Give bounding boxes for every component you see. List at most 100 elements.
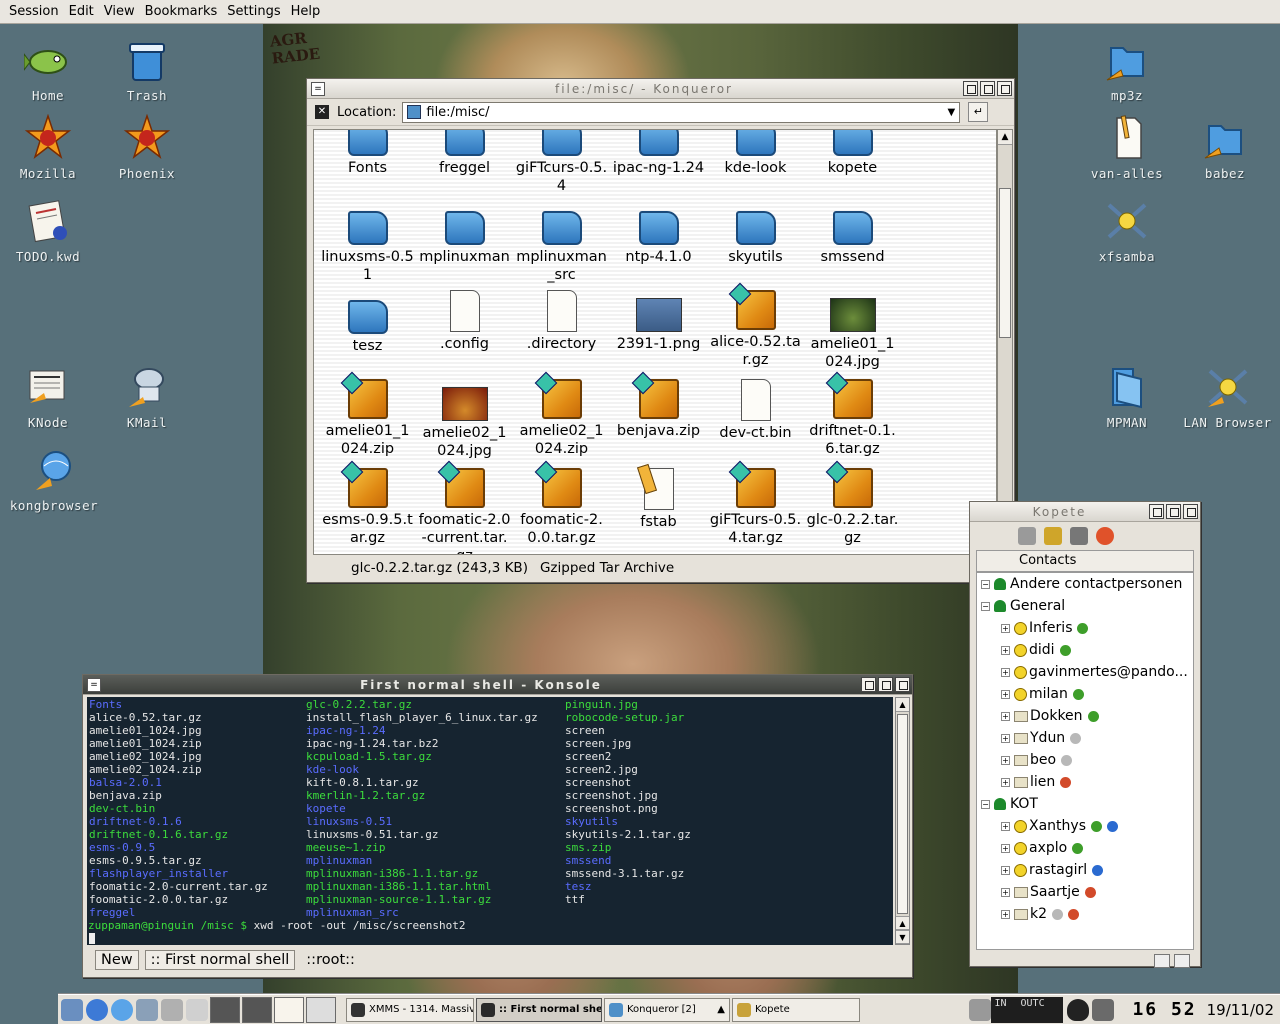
maximize-button[interactable] xyxy=(878,677,893,692)
window-menu-button[interactable]: = xyxy=(311,81,325,96)
expand-toggle-icon[interactable]: + xyxy=(1001,623,1010,633)
expand-toggle-icon[interactable]: + xyxy=(1001,667,1010,677)
konqueror-scrollbar[interactable]: ▲ ▲ ▼ xyxy=(997,129,1013,555)
contact-group[interactable]: − KOT xyxy=(977,793,1193,815)
expand-toggle-icon[interactable]: − xyxy=(981,799,990,809)
clock-time[interactable]: 16 52 xyxy=(1132,999,1196,1020)
expand-toggle-icon[interactable]: + xyxy=(1001,843,1010,853)
maximize-button[interactable] xyxy=(980,81,995,96)
contact-item[interactable]: + k2 xyxy=(977,903,1193,925)
task-kopete[interactable]: Kopete xyxy=(732,997,860,1022)
contact-item[interactable]: + Saartje xyxy=(977,881,1193,903)
contact-item[interactable]: + Dokken xyxy=(977,705,1193,727)
file-item[interactable]: .directory xyxy=(513,290,610,379)
close-button[interactable] xyxy=(997,81,1012,96)
kmail-launcher-icon[interactable] xyxy=(136,998,158,1021)
scroll-up-icon[interactable]: ▲ xyxy=(998,130,1012,145)
file-item[interactable]: skyutils xyxy=(707,201,804,290)
konsole-titlebar[interactable]: = First normal shell - Konsole xyxy=(83,675,912,695)
file-item[interactable]: mplinuxman_src xyxy=(513,201,610,290)
expand-toggle-icon[interactable]: − xyxy=(981,579,990,589)
terminal-output[interactable]: Fonts alice-0.52.tar.gz amelie01_1024.jpg a… xyxy=(87,697,893,945)
contact-item[interactable]: + Inferis xyxy=(977,617,1193,639)
contact-item[interactable]: + beo xyxy=(977,749,1193,771)
file-item[interactable]: 2391-1.png xyxy=(610,290,707,379)
expand-toggle-icon[interactable]: + xyxy=(1001,909,1010,919)
expand-toggle-icon[interactable]: + xyxy=(1001,689,1010,699)
printer-icon[interactable] xyxy=(161,998,183,1021)
location-input[interactable]: file:/misc/ ▼ xyxy=(402,101,961,123)
tray-icon[interactable] xyxy=(1154,954,1170,968)
file-item[interactable]: tesz xyxy=(319,290,416,379)
contact-group[interactable]: − General xyxy=(977,595,1193,617)
expand-toggle-icon[interactable]: + xyxy=(1001,887,1010,897)
file-item[interactable]: amelie01_1024.zip xyxy=(319,379,416,468)
browser-launcher-icon[interactable] xyxy=(111,998,133,1021)
maximize-button[interactable] xyxy=(1166,504,1181,519)
expand-toggle-icon[interactable]: + xyxy=(1001,777,1010,787)
add-contact-icon[interactable] xyxy=(1044,527,1062,545)
desktop-icon-phoenix[interactable]: Phoenix xyxy=(97,113,197,181)
contact-group[interactable]: − Andere contactpersonen xyxy=(977,573,1193,595)
kopete-tray-icon[interactable] xyxy=(1092,998,1115,1021)
pager-desktop-3[interactable] xyxy=(274,996,304,1023)
close-button[interactable] xyxy=(1183,504,1198,519)
contact-item[interactable]: + lien xyxy=(977,771,1193,793)
status-icon[interactable] xyxy=(1018,527,1036,545)
contact-item[interactable]: + gavinmertes@pando... xyxy=(977,661,1193,683)
file-item[interactable]: giFTcurs-0.5.4 xyxy=(513,130,610,201)
minimize-button[interactable] xyxy=(963,81,978,96)
contact-item[interactable]: + Ydun xyxy=(977,727,1193,749)
minimize-button[interactable] xyxy=(1149,504,1164,519)
file-item[interactable]: glc-0.2.2.tar.gz xyxy=(804,468,901,554)
desktop-icon-xfsamba[interactable]: xfsamba xyxy=(1077,197,1177,264)
pager-desktop-2[interactable] xyxy=(242,996,272,1023)
pager-desktop-4[interactable] xyxy=(306,996,336,1023)
file-item[interactable]: mplinuxman xyxy=(416,201,513,290)
file-item[interactable]: kde-look xyxy=(707,130,804,201)
file-item[interactable]: foomatic-2.0.0.tar.gz xyxy=(513,468,610,554)
clear-location-icon[interactable]: ✕ xyxy=(315,105,329,119)
desktop-icon-lan-browser[interactable]: LAN Browser xyxy=(1175,363,1280,430)
penguin-icon[interactable] xyxy=(1067,998,1090,1021)
contact-item[interactable]: + rastagirl xyxy=(977,859,1193,881)
desktop-icon-kongbrowser[interactable]: kongbrowser xyxy=(4,446,104,513)
file-item[interactable]: fstab xyxy=(610,468,707,554)
menu-help[interactable]: Help xyxy=(286,4,326,19)
file-item[interactable]: kopete xyxy=(804,130,901,201)
contacts-header[interactable]: Contacts xyxy=(976,550,1194,572)
tools-icon[interactable] xyxy=(969,998,992,1021)
file-item[interactable]: benjava.zip xyxy=(610,379,707,468)
file-icon-view[interactable]: Fonts freggel giFTcurs-0.5.4 ipac-ng-1.24 kd… xyxy=(313,129,997,555)
expand-toggle-icon[interactable]: + xyxy=(1001,733,1010,743)
menu-settings[interactable]: Settings xyxy=(222,4,285,19)
task-xmms[interactable]: XMMS - 1314. Massive A xyxy=(346,997,474,1022)
file-item[interactable]: linuxsms-0.51 xyxy=(319,201,416,290)
desktop-icon-mozilla[interactable]: Mozilla xyxy=(0,113,98,181)
tab-first-normal-shell[interactable]: :: First normal shell xyxy=(144,950,296,970)
desktop-icon-van-alles[interactable]: van-alles xyxy=(1077,114,1177,181)
expand-toggle-icon[interactable]: + xyxy=(1001,865,1010,875)
pager-desktop-1[interactable] xyxy=(210,996,240,1023)
expand-toggle-icon[interactable]: + xyxy=(1001,645,1010,655)
scrollbar-thumb[interactable] xyxy=(999,188,1011,338)
kopete-titlebar[interactable]: Kopete xyxy=(970,502,1200,522)
contact-item[interactable]: + milan xyxy=(977,683,1193,705)
menu-session[interactable]: Session xyxy=(4,4,64,19)
message-icon[interactable] xyxy=(1174,954,1190,968)
file-item[interactable]: amelie01_1024.jpg xyxy=(804,290,901,379)
task-konqueror[interactable]: Konqueror [2] ▲ xyxy=(604,997,730,1022)
file-item[interactable]: foomatic-2.0-current.tar.gz xyxy=(416,468,513,554)
desktop-icon-babez[interactable]: babez xyxy=(1175,114,1275,181)
tab-root[interactable]: ::root:: xyxy=(301,951,360,969)
scroll-down-icon[interactable]: ▼ xyxy=(896,930,909,944)
scroll-up-icon[interactable]: ▲ xyxy=(896,698,909,712)
clock-date[interactable]: 19/11/02 xyxy=(1207,1001,1274,1019)
scroll-up-icon[interactable]: ▲ xyxy=(896,916,909,930)
contact-item[interactable]: + didi xyxy=(977,639,1193,661)
file-item[interactable]: amelie02_1024.jpg xyxy=(416,379,513,468)
file-item[interactable]: .config xyxy=(416,290,513,379)
konsole-scrollbar[interactable]: ▲ ▲ ▼ xyxy=(895,697,910,945)
desktop-icon-todo[interactable]: TODO.kwd xyxy=(0,197,98,264)
konqueror-launcher-icon[interactable] xyxy=(86,998,108,1021)
